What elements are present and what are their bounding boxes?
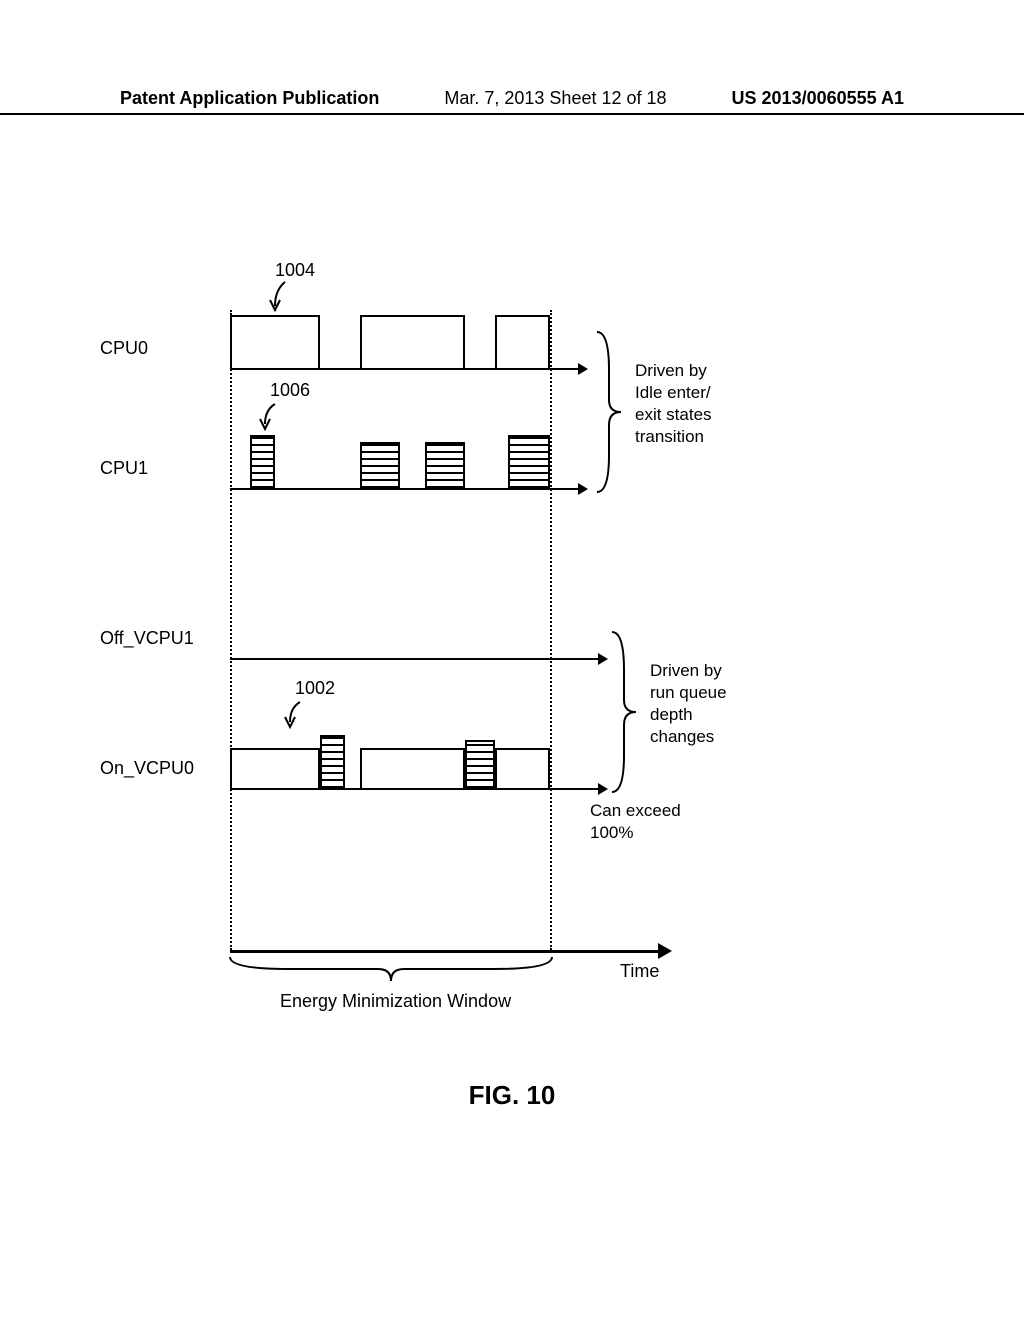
label-on-vcpu0: On_VCPU0	[100, 758, 230, 779]
row-on-vcpu0: On_VCPU0	[100, 730, 920, 790]
label-off-vcpu1: Off_VCPU1	[100, 628, 230, 649]
row-cpu1: CPU1	[100, 430, 920, 490]
arrow-off-vcpu1	[598, 653, 608, 665]
brace-lower	[610, 630, 640, 795]
header-publication: Patent Application Publication	[120, 88, 379, 109]
ref-1006: 1006	[270, 380, 310, 401]
annotation-window: Energy Minimization Window	[280, 990, 511, 1013]
time-arrow-icon	[658, 943, 672, 959]
vcpu0-block-1	[230, 748, 320, 790]
cpu1-block-4	[508, 435, 550, 490]
time-label: Time	[620, 960, 659, 983]
figure-label: FIG. 10	[469, 1080, 556, 1111]
cpu0-block-3	[495, 315, 550, 370]
arrow-cpu0	[578, 363, 588, 375]
brace-upper	[595, 330, 625, 495]
annotation-exceed: Can exceed 100%	[590, 800, 681, 844]
time-axis	[230, 950, 660, 953]
cpu0-block-2	[360, 315, 465, 370]
row-cpu0: CPU0	[100, 310, 920, 370]
label-cpu0: CPU0	[100, 338, 230, 359]
header-date-sheet: Mar. 7, 2013 Sheet 12 of 18	[444, 88, 666, 109]
arrow-on-vcpu0	[598, 783, 608, 795]
label-cpu1: CPU1	[100, 458, 230, 479]
diagram: 1004 CPU0 1006 CPU1	[100, 280, 920, 1020]
ref-1002-arrow	[280, 700, 310, 732]
header-pub-number: US 2013/0060555 A1	[732, 88, 904, 109]
annotation-runqueue: Driven by run queue depth changes	[650, 660, 727, 748]
axis-off-vcpu1	[230, 658, 600, 660]
annotation-idle: Driven by Idle enter/ exit states transi…	[635, 360, 712, 448]
arrow-cpu1	[578, 483, 588, 495]
vcpu0-block-5	[495, 748, 550, 790]
vcpu0-block-3	[360, 748, 465, 790]
brace-bottom	[228, 955, 554, 985]
vcpu0-block-4	[465, 740, 495, 790]
cpu1-block-2	[360, 442, 400, 490]
cpu0-block-1	[230, 315, 320, 370]
cpu1-block-3	[425, 442, 465, 490]
vcpu0-block-2	[320, 735, 345, 790]
ref-1002: 1002	[295, 678, 335, 699]
ref-1004: 1004	[275, 260, 315, 281]
cpu1-block-1	[250, 435, 275, 490]
row-off-vcpu1: Off_VCPU1	[100, 600, 920, 660]
